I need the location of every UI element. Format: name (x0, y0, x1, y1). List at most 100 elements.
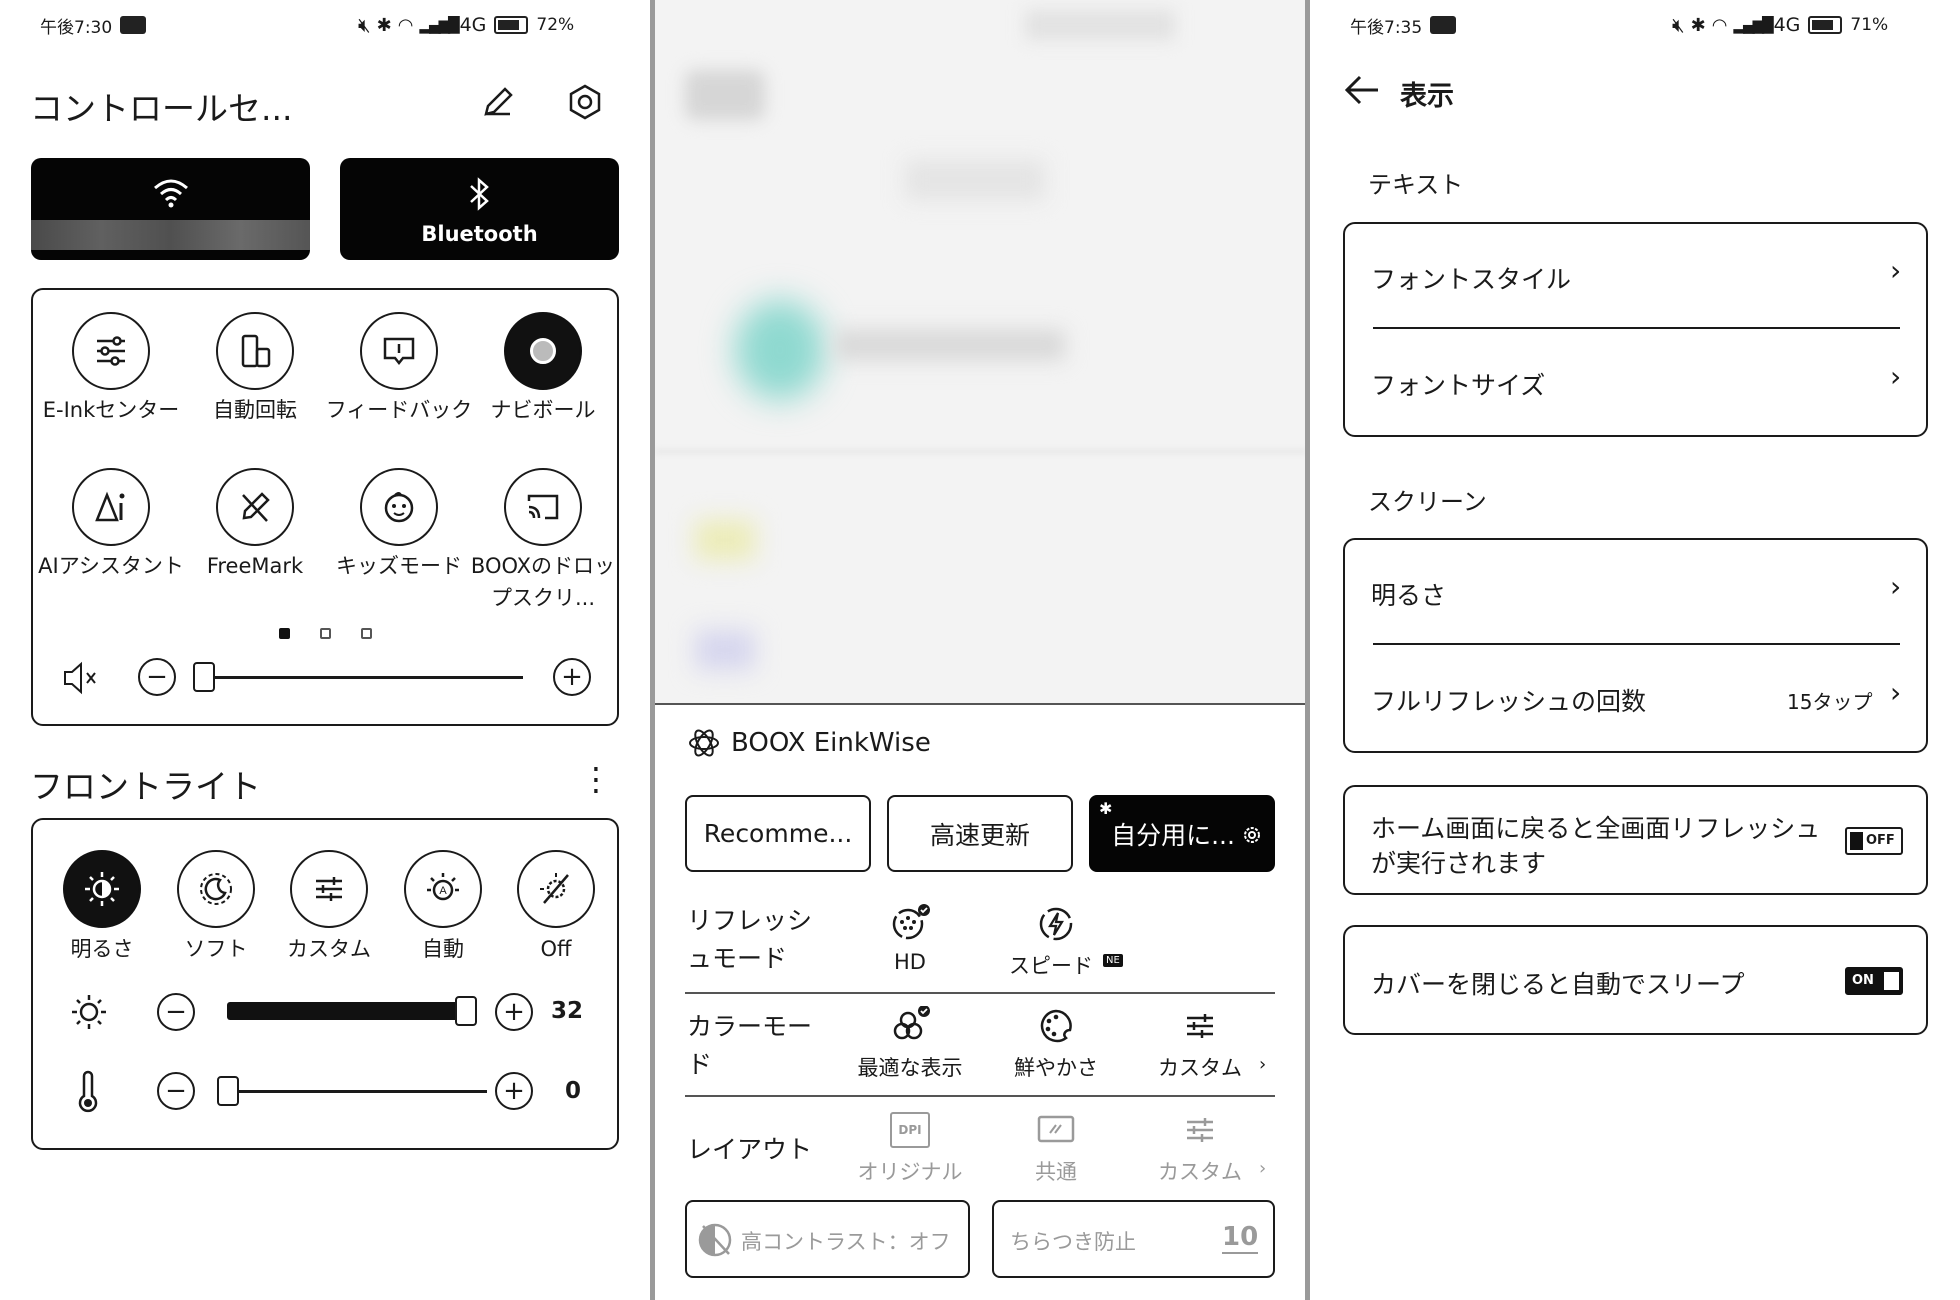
color-vivid-option[interactable]: 鮮やかさ (981, 1004, 1131, 1084)
tile-navball[interactable] (504, 312, 582, 390)
settings-icon[interactable] (565, 82, 605, 122)
tile-ai-assistant[interactable] (72, 468, 150, 546)
cover-sleep-card[interactable]: カバーを閉じると自動でスリープ ON (1343, 925, 1928, 1035)
tile-boox-drop-screen[interactable] (504, 468, 582, 546)
light-mode-off[interactable] (517, 850, 595, 928)
anti-flicker-button[interactable]: ちらつき防止 10 (992, 1200, 1275, 1278)
thermometer-icon (73, 1070, 103, 1114)
font-style-row[interactable]: フォントスタイル › (1345, 224, 1926, 329)
home-refresh-toggle[interactable]: OFF (1845, 827, 1903, 855)
key-icon (1430, 16, 1457, 34)
full-refresh-row[interactable]: フルリフレッシュの回数 15タップ › (1345, 646, 1926, 751)
light-mode-auto[interactable]: A (404, 850, 482, 928)
auto-brightness-icon: A (427, 873, 459, 901)
wifi-network-name-redacted (31, 220, 310, 250)
layout-common-option[interactable]: 共通 (981, 1108, 1131, 1188)
battery-icon (494, 16, 529, 34)
chevron-right-icon: › (1890, 570, 1902, 603)
color-optimal-option[interactable]: 最適な表示 (835, 1004, 985, 1084)
font-size-row[interactable]: フォントサイズ › (1345, 330, 1926, 435)
einkwise-title: BOOX EinkWise (731, 728, 931, 758)
font-size-label: フォントサイズ (1371, 371, 1546, 400)
tile-label: 自動回転 (213, 398, 297, 422)
mute-icon: 🔇︎ (358, 13, 371, 37)
sliders-icon (97, 336, 125, 366)
home-refresh-label-1: ホーム画面に戻ると全画面リフレッシュ (1371, 814, 1821, 843)
edit-icon[interactable] (478, 82, 518, 122)
signal-icon: ▂▄▆█ (1733, 16, 1773, 34)
chevron-right-icon: › (1890, 254, 1902, 287)
refresh-speed-option[interactable]: スピード NE (981, 902, 1131, 982)
more-menu-icon[interactable]: ⋮ (580, 763, 612, 795)
color-mode-label: カラーモード (687, 1012, 813, 1079)
tile-freemark[interactable] (216, 468, 294, 546)
display-settings-panel: 午後7:35 🔇︎ ✱ ◠ ▂▄▆█ 4G 71% 表示 テキスト フォントスタ… (1310, 0, 1960, 1300)
palette-icon (1036, 1006, 1076, 1046)
chevron-right-icon: › (1259, 1054, 1267, 1075)
layout-option-label: カスタム (1158, 1160, 1242, 1184)
brightness-decrease-button[interactable]: − (157, 993, 195, 1031)
mode-label: 高速更新 (929, 820, 1030, 850)
tile-kids-mode[interactable] (360, 468, 438, 546)
bluetooth-toggle[interactable]: Bluetooth (340, 158, 619, 260)
brightness-increase-button[interactable]: + (495, 993, 533, 1031)
tile-auto-rotate[interactable] (216, 312, 294, 390)
gear-icon[interactable] (1241, 823, 1263, 845)
warmth-increase-button[interactable]: + (495, 1072, 533, 1110)
refresh-hd-option[interactable]: HD (835, 902, 985, 982)
feedback-icon (383, 337, 415, 366)
mode-custom-button[interactable]: ✱ 自分用に... (1089, 795, 1275, 872)
speed-icon (1036, 904, 1076, 944)
einkwise-logo-icon (687, 726, 721, 760)
light-mode-brightness[interactable] (63, 850, 141, 928)
home-refresh-card[interactable]: ホーム画面に戻ると全画面リフレッシュ が実行されます OFF (1343, 785, 1928, 895)
toggle-knob (1850, 832, 1863, 850)
tile-label: フィードバック (325, 398, 473, 422)
status-bar-right: 🔇︎ ✱ ◠ ▂▄▆█ 4G 71% (1672, 10, 1888, 40)
screen-icon (1036, 1114, 1076, 1144)
brightness-slider[interactable] (227, 994, 477, 1028)
volume-slider[interactable] (193, 660, 523, 694)
warmth-decrease-button[interactable]: − (157, 1072, 195, 1110)
refresh-mode-label: リフレッシュモード (687, 906, 813, 973)
mute-icon[interactable] (61, 658, 101, 698)
wifi-toggle[interactable] (31, 158, 310, 260)
layout-custom-option[interactable]: カスタム › (1125, 1108, 1275, 1188)
row-divider (685, 992, 1275, 994)
volume-slider-thumb[interactable] (193, 662, 215, 692)
network-type: 4G (459, 14, 487, 36)
back-arrow-icon[interactable] (1342, 72, 1382, 108)
brightness-row[interactable]: 明るさ › (1345, 540, 1926, 645)
brightness-fill (227, 1002, 466, 1020)
network-type: 4G (1773, 14, 1801, 36)
row-divider (1373, 643, 1900, 645)
tile-label: ナビボール (490, 398, 596, 422)
color-custom-option[interactable]: カスタム › (1125, 1004, 1275, 1084)
layout-label: レイアウト (687, 1135, 813, 1164)
chevron-right-icon: › (1890, 360, 1902, 393)
mode-label: 自分用に... (1111, 820, 1235, 850)
tile-feedback[interactable] (360, 312, 438, 390)
layout-original-option[interactable]: DPI オリジナル (835, 1108, 985, 1188)
tile-label: FreeMark (206, 554, 304, 578)
warmth-slider-thumb[interactable] (217, 1076, 239, 1106)
row-divider (685, 1095, 1275, 1097)
cover-sleep-toggle[interactable]: ON (1845, 967, 1903, 995)
tile-label: BOOXのドロップスクリ... (470, 554, 616, 610)
control-center-panel: 午後7:30 🔇︎ ✱ ◠ ▂▄▆█ 4G 72% コントロールセ... Blu… (0, 0, 652, 1300)
light-mode-custom[interactable] (290, 850, 368, 928)
brightness-slider-thumb[interactable] (455, 996, 477, 1026)
color-circles-icon (890, 1005, 930, 1046)
tile-eink-center[interactable] (72, 312, 150, 390)
volume-decrease-button[interactable]: − (138, 658, 176, 696)
warmth-slider[interactable] (217, 1074, 487, 1108)
bluetooth-icon (464, 176, 494, 212)
mode-recommended-button[interactable]: Recomme... (685, 795, 871, 872)
section-screen-header: スクリーン (1368, 488, 1487, 516)
mode-fast-refresh-button[interactable]: 高速更新 (887, 795, 1073, 872)
full-refresh-label: フルリフレッシュの回数 (1371, 687, 1647, 716)
light-mode-soft[interactable] (177, 850, 255, 928)
volume-increase-button[interactable]: + (553, 658, 591, 696)
high-contrast-button[interactable]: 高コントラスト：オフ (685, 1200, 970, 1278)
warmth-value: 0 (565, 1078, 582, 1104)
